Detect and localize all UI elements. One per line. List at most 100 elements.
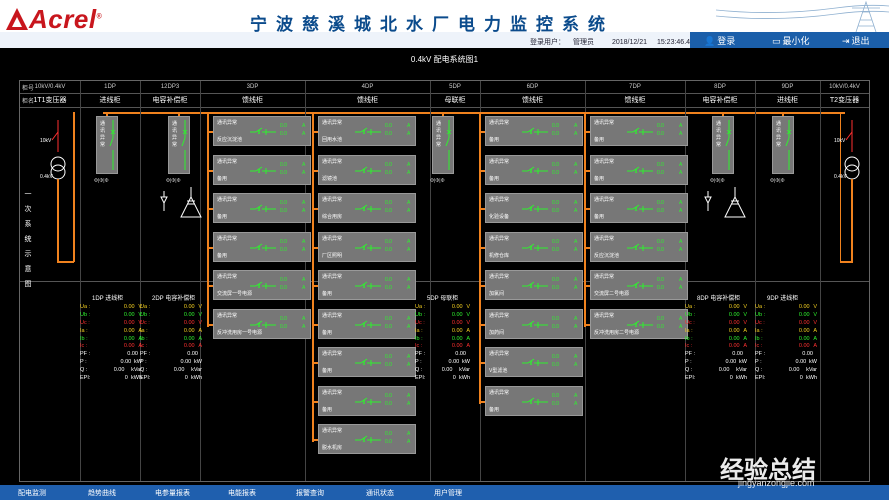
feeder-card[interactable]: 通讯异常 0.0 A 0.0 A 备用 <box>485 116 583 146</box>
feeder-card[interactable]: 通讯异常 0.0 A 0.0 A 交流屏一号电源 <box>213 270 311 300</box>
feeder-card[interactable]: 通讯异常 0.0 A 0.0 A 化验设备 <box>485 193 583 223</box>
login-button[interactable]: 👤 登录 <box>704 34 735 47</box>
meter-unit: V <box>743 304 747 310</box>
nav-distribution-monitor[interactable]: 配电监测 <box>18 488 46 498</box>
feeder-name: 脱水机房 <box>322 445 343 451</box>
nav-trend-curve[interactable]: 趋势曲线 <box>88 488 116 498</box>
feeder-card[interactable]: 通讯异常 0.0 A 0.0 A 备用 <box>318 385 416 416</box>
meter-unit: V <box>813 311 817 318</box>
nav-energy-report[interactable]: 电能报表 <box>228 488 256 498</box>
feeder-drop-line <box>207 112 209 327</box>
cabinet-name: 馈线柜 <box>242 97 263 104</box>
current-value: 0.0 <box>385 285 392 291</box>
feeder-card[interactable]: 通讯异常 0.0 A 0.0 A 反冲洗用房一号电源 <box>213 308 311 339</box>
diagram-grid: 柜号 柜名 一次系统示意图 10kV/0.4kV 1T1变压器 1DP 进线柜 12DP… <box>19 80 870 482</box>
meter-row: Ua :0.00 V <box>80 304 142 312</box>
feeder-name: 备用 <box>217 252 228 259</box>
feeder-card[interactable]: 通讯异常 0.0 A 0.0 A 备用 <box>485 154 583 185</box>
meter-row: Ib :0.00 A <box>80 336 142 344</box>
nav-parameter-report[interactable]: 电参量报表 <box>155 488 190 498</box>
current-value: 0.0 <box>657 208 664 214</box>
vertical-cabinet-card[interactable]: 通讯异常 <box>432 116 454 174</box>
feeder-name: 综合用房 <box>322 214 343 220</box>
meter-label: Ia : <box>755 327 763 334</box>
feeder-card[interactable]: 通讯异常 0.0 A 0.0 A 滤镜池 <box>318 154 416 185</box>
vertical-cabinet-card[interactable]: 通讯异常 <box>712 116 734 174</box>
feeder-card[interactable]: 通讯异常 0.0 A 0.0 A 备用 <box>318 347 416 377</box>
feeder-card[interactable]: 通讯异常 0.0 A 0.0 A 机修仓库 <box>485 231 583 262</box>
comm-status: 通讯异常 <box>489 120 510 126</box>
feeder-card[interactable]: 通讯异常 0.0 A 0.0 A 备用 <box>318 270 416 300</box>
feeder-card[interactable]: 通讯异常 0.0 A 0.0 A 备用 <box>590 116 688 146</box>
meter-row: Uc : 0.00 V <box>415 320 470 328</box>
exit-button[interactable]: ⇥ 退出 <box>842 34 870 47</box>
cabinet-no: 4DP <box>361 84 374 90</box>
feeder-card[interactable]: 通讯异常 0.0 A 0.0 A 厂区照明 <box>318 231 416 262</box>
current-unit: A <box>574 208 578 214</box>
current-value: 0.0 <box>552 246 559 253</box>
meter-label: Ic : <box>415 343 423 350</box>
feeder-card[interactable]: 通讯异常 0.0 A 0.0 A 加氯间 <box>485 270 583 300</box>
feeder-card[interactable]: 通讯异常 0.0 A 0.0 A 备用 <box>213 154 311 185</box>
meter-unit: kVar <box>806 367 817 374</box>
meter-unit: kW <box>462 359 470 366</box>
feeder-card[interactable]: 通讯异常 0.0 A 0.0 A 备用 <box>213 231 311 262</box>
current-value: 0.0 <box>657 161 664 168</box>
meter-label: Ib : <box>685 335 693 342</box>
page-title: 0.4kV 配电系统图1 <box>410 55 479 64</box>
feeder-card[interactable]: 通讯异常 0.0 A 0.0 A 交流屏二号电源 <box>590 270 688 300</box>
feeder-card[interactable]: 通讯异常 0.0 A 0.0 A 反应沉淀池 <box>213 116 311 146</box>
feeder-name: 备用 <box>217 175 228 182</box>
nav-user-management[interactable]: 用户管理 <box>434 488 462 498</box>
vertical-cabinet-card[interactable]: 通讯异常 <box>96 116 118 174</box>
meter-value: 0.00 <box>120 359 132 366</box>
arrester-icon <box>704 191 712 211</box>
feeder-card[interactable]: 通讯异常 0.0 A 0.0 A 备用 <box>485 385 583 416</box>
current-unit: A <box>407 161 411 168</box>
feeder-card[interactable]: 通讯异常 0.0 A 0.0 A 回用水池 <box>318 116 416 146</box>
switch-symbol: Φ|Φ|Φ <box>710 178 725 184</box>
vertical-cabinet-card[interactable]: 通讯异常 <box>168 116 190 174</box>
feeder-card[interactable]: 通讯异常 0.0 A 0.0 A 脱水机房 <box>318 424 416 454</box>
meter-title: 9DP 进线柜 <box>767 296 799 302</box>
current-unit: A <box>302 315 306 322</box>
feeder-card[interactable]: 通讯异常 0.0 A 0.0 A 备用 <box>590 193 688 223</box>
column-divider <box>430 81 431 481</box>
vertical-cabinet-card[interactable]: 通讯异常 <box>772 116 794 174</box>
user-label: 登录用户： <box>530 39 565 46</box>
feeder-card[interactable]: 通讯异常 0.0 A 0.0 A 备用 <box>318 308 416 339</box>
meter-label: Ia : <box>140 327 148 334</box>
meter-row: Uc : 0.00 V <box>140 320 202 328</box>
breaker-switch-icon <box>355 127 381 135</box>
meter-value: 0.00 <box>173 367 185 374</box>
minimize-button[interactable]: ▭ 最小化 <box>772 34 810 47</box>
meter-row: P :0.00 kW <box>80 359 142 367</box>
feeder-card[interactable]: 通讯异常 0.0 A 0.0 A 反冲洗用房二号电源 <box>590 308 688 339</box>
meter-label: PF : <box>415 351 426 358</box>
meter-value: 0.00 <box>788 367 800 374</box>
meter-value: 0.00 <box>183 304 195 310</box>
feeder-card[interactable]: 通讯异常 0.0 A 0.0 A V型滤池 <box>485 347 583 377</box>
current-value: 0.0 <box>385 400 392 407</box>
header-buttons: 👤 登录 ▭ 最小化 ⇥ 退出 <box>690 32 889 48</box>
meter-label: Q : <box>685 367 693 374</box>
meter-row: PF : 0.00 <box>140 351 202 359</box>
meter-value: 0 <box>799 375 803 382</box>
feeder-card[interactable]: 通讯异常 0.0 A 0.0 A 综合用房 <box>318 193 416 223</box>
feeder-card[interactable]: 通讯异常 0.0 A 0.0 A 备用 <box>213 193 311 223</box>
feeder-card[interactable]: 通讯异常 0.0 A 0.0 A 加药间 <box>485 308 583 339</box>
meter-unit: kVar <box>736 367 747 374</box>
meter-row: Q : 0.00 kVar <box>140 367 202 375</box>
exit-label: 退出 <box>851 36 870 46</box>
current-unit: A <box>302 131 306 137</box>
meter-value: 0.00 <box>441 367 453 374</box>
current-value: 0.0 <box>385 277 392 283</box>
breaker-switch-icon <box>355 204 381 212</box>
nav-alarm-query[interactable]: 报警查询 <box>296 488 324 498</box>
comm-status: 通讯异常 <box>322 351 343 357</box>
feeder-card[interactable]: 通讯异常 0.0 A 0.0 A 备用 <box>590 154 688 185</box>
meter-label: Ua : <box>685 304 696 310</box>
nav-comm-status[interactable]: 通讯状态 <box>366 488 394 498</box>
feeder-card[interactable]: 通讯异常 0.0 A 0.0 A 反应沉淀池 <box>590 231 688 262</box>
current-unit: A <box>302 246 306 253</box>
